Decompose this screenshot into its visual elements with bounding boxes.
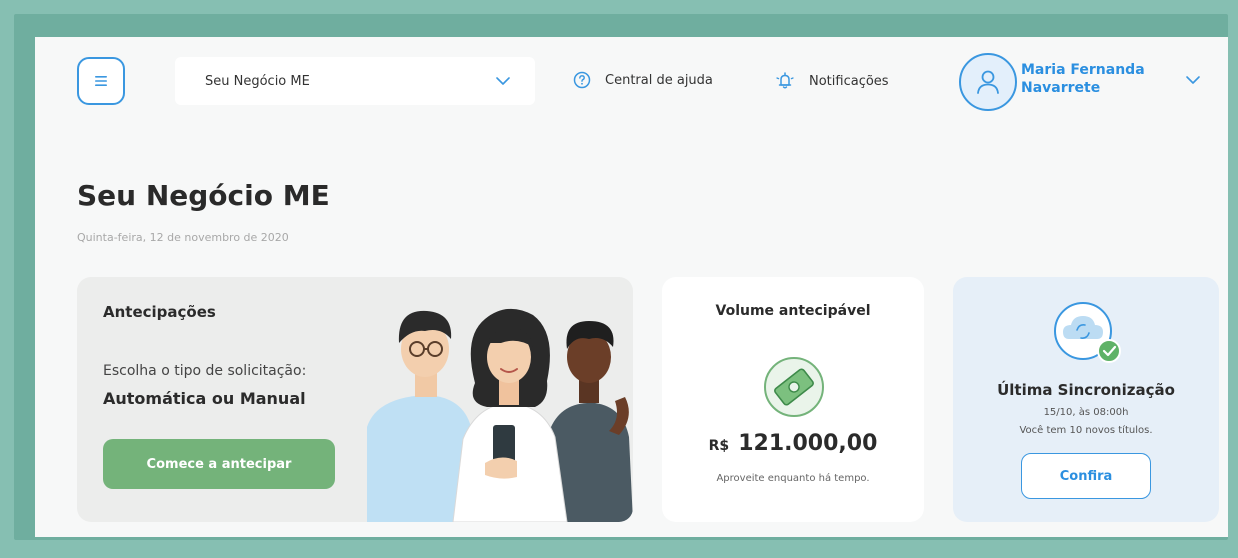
notifications-link[interactable]: Notificações (775, 71, 889, 91)
help-icon (573, 71, 591, 89)
menu-icon (95, 76, 107, 86)
antecipacoes-title: Antecipações (103, 303, 216, 321)
help-center-label: Central de ajuda (605, 72, 713, 88)
user-icon (977, 70, 999, 94)
sync-title: Última Sincronização (997, 381, 1175, 399)
user-name[interactable]: Maria Fernanda Navarrete (1021, 61, 1181, 97)
menu-button[interactable] (77, 57, 125, 105)
app-window: Seu Negócio ME Central de ajuda Notifica… (35, 37, 1228, 537)
volume-note: Aproveite enquanto há tempo. (716, 473, 870, 484)
start-anticipation-button[interactable]: Comece a antecipar (103, 439, 335, 489)
volume-currency: R$ (708, 438, 730, 454)
chevron-down-icon (496, 77, 510, 85)
confira-button[interactable]: Confira (1021, 453, 1151, 499)
volume-amount: R$ 121.000,00 (662, 431, 924, 456)
antecipacoes-type: Automática ou Manual (103, 389, 306, 408)
antecipacoes-subtitle: Escolha o tipo de solicitação: (103, 363, 307, 379)
help-center-link[interactable]: Central de ajuda (573, 71, 713, 89)
business-select-value: Seu Negócio ME (205, 73, 310, 89)
people-illustration (367, 308, 633, 522)
volume-title: Volume antecipável (715, 303, 871, 319)
chevron-down-icon[interactable] (1185, 75, 1201, 85)
cloud-sync-icon (1054, 302, 1121, 363)
volume-value: 121.000,00 (738, 431, 878, 456)
notifications-label: Notificações (809, 73, 889, 89)
volume-card: Volume antecipável R$ 121.000,00 Aprovei… (662, 277, 924, 522)
sync-new-items: Você tem 10 novos títulos. (1019, 425, 1153, 436)
sync-time: 15/10, às 08:00h (1043, 407, 1129, 418)
page-date: Quinta-feira, 12 de novembro de 2020 (77, 231, 289, 244)
business-select[interactable]: Seu Negócio ME (175, 57, 535, 105)
antecipacoes-card: Antecipações Escolha o tipo de solicitaç… (77, 277, 633, 522)
avatar[interactable] (959, 53, 1017, 111)
page-title: Seu Negócio ME (77, 179, 330, 212)
money-icon (764, 357, 824, 417)
check-icon (1097, 339, 1121, 363)
bell-icon (776, 72, 794, 89)
sync-card: Última Sincronização 15/10, às 08:00h Vo… (953, 277, 1219, 522)
